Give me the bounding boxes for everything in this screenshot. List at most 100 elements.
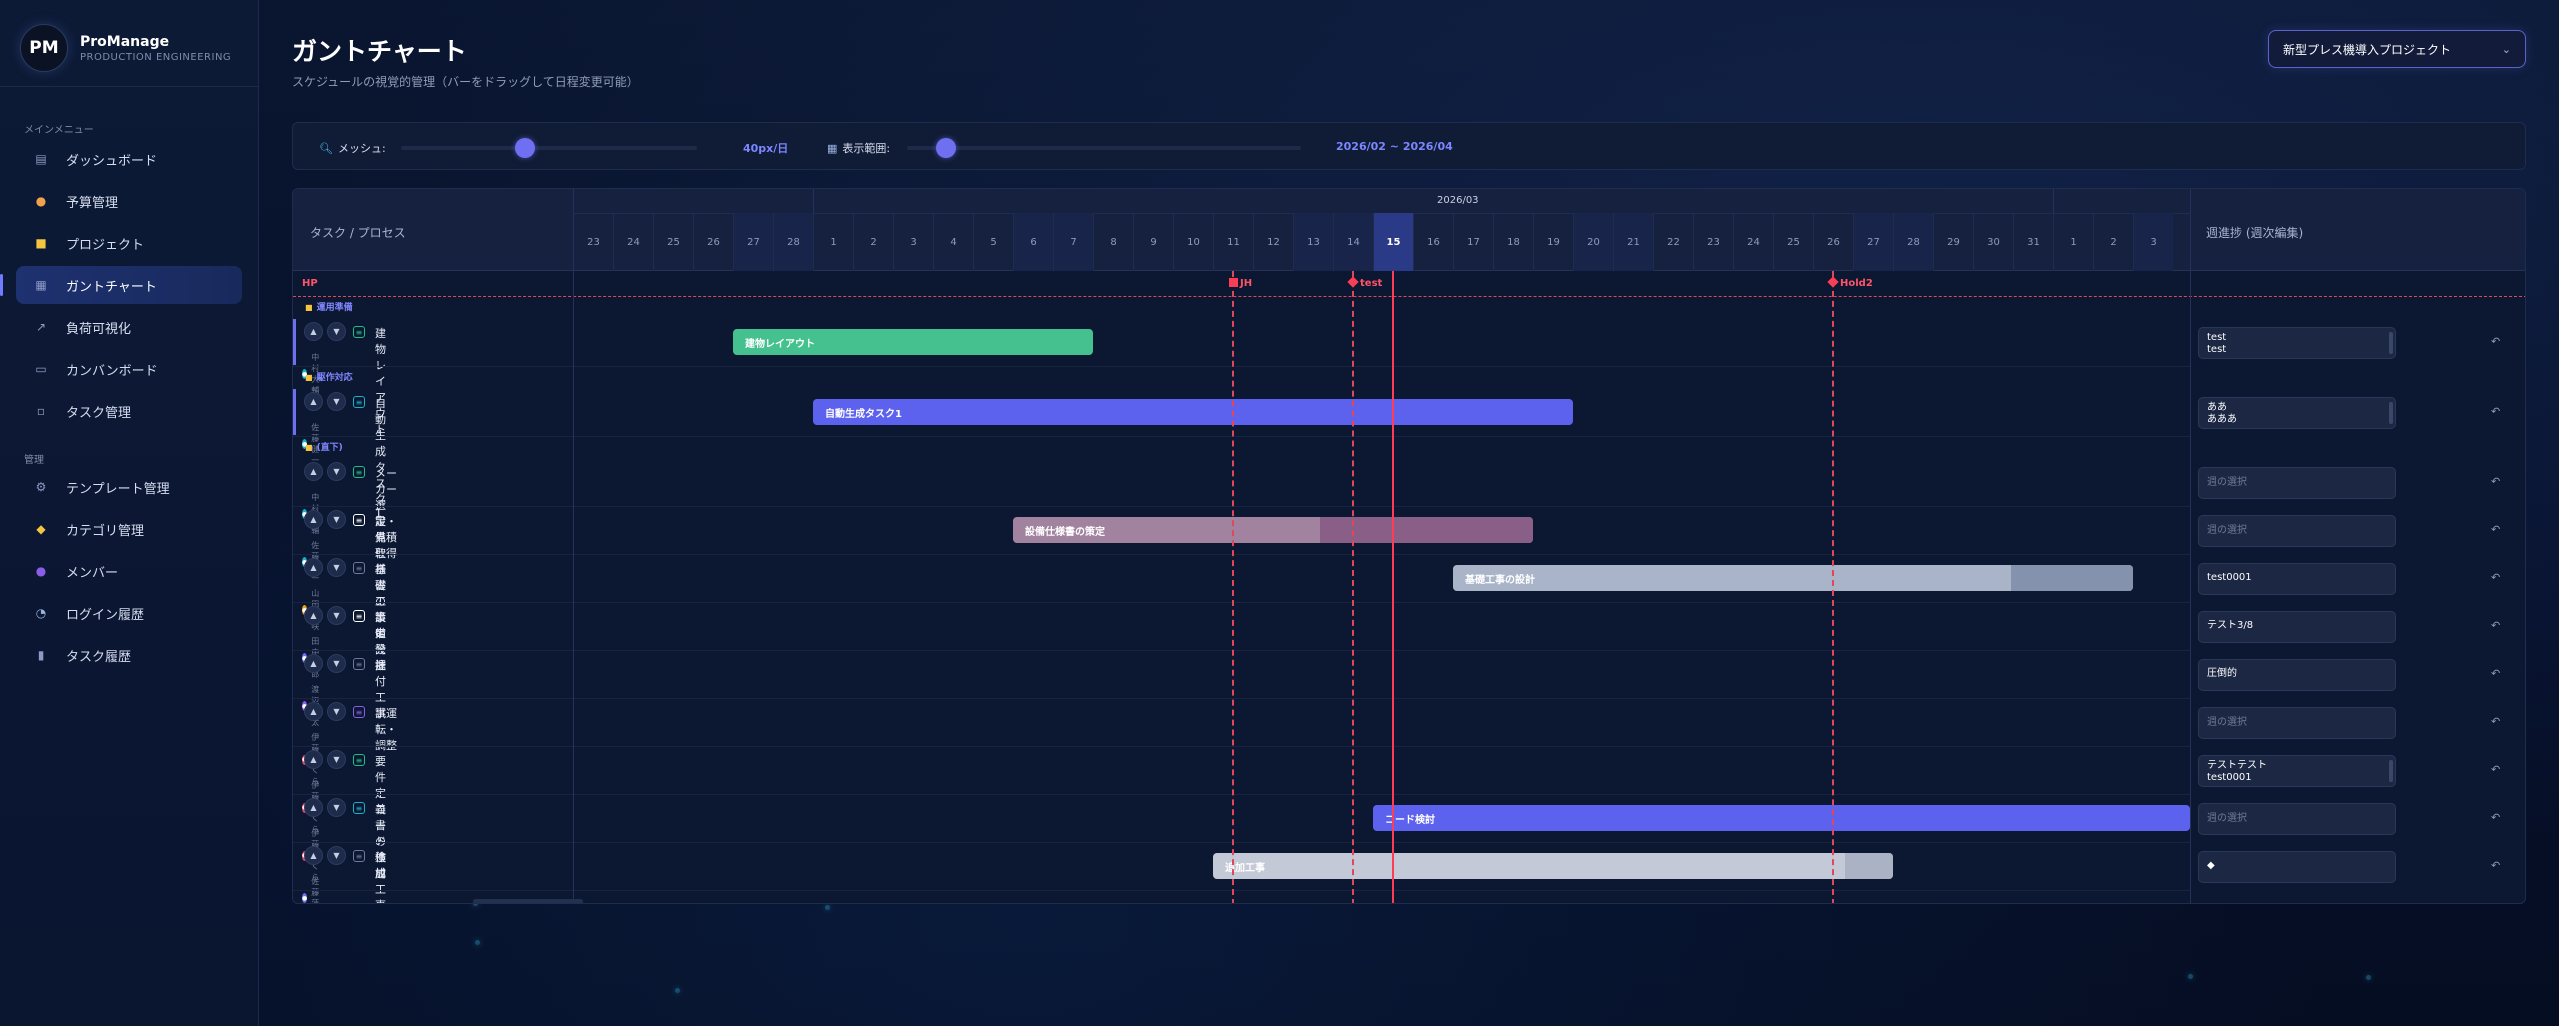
sidebar-item-1[interactable]: ● 予算管理	[16, 182, 242, 220]
move-up-button[interactable]: ▲	[304, 654, 323, 673]
range-slider[interactable]	[907, 146, 1301, 150]
undo-icon[interactable]: ↶	[2491, 715, 2500, 728]
move-down-button[interactable]: ▼	[327, 798, 346, 817]
sidebar-item-0[interactable]: ⚙ テンプレート管理	[16, 468, 242, 506]
undo-icon[interactable]: ↶	[2491, 523, 2500, 536]
sidebar-item-4[interactable]: ↗ 負荷可視化	[16, 308, 242, 346]
sidebar-item-5[interactable]: ▭ カンバンボード	[16, 350, 242, 388]
milestone-marker[interactable]: Hold2	[1827, 276, 1873, 289]
task-bar[interactable]: コード検討	[1373, 805, 2190, 831]
undo-icon[interactable]: ↶	[2491, 667, 2500, 680]
task-bar[interactable]: 基礎工事の設計	[1453, 565, 2133, 591]
weekly-progress-line: test	[2207, 332, 2227, 343]
day-header: 18	[1493, 213, 1533, 271]
brand-logo[interactable]: PM	[20, 24, 68, 72]
task-bar[interactable]: 設備仕様書の策定	[1013, 517, 1533, 543]
sidebar-item-6[interactable]: ▫ タスク管理	[16, 392, 242, 430]
calendar-icon: ▦	[827, 142, 838, 155]
mesh-slider[interactable]	[401, 146, 697, 150]
task-type-icon: ≡	[353, 850, 365, 862]
move-down-button[interactable]: ▼	[327, 606, 346, 625]
sidebar-item-3[interactable]: ◔ ログイン履歴	[16, 594, 242, 632]
move-down-button[interactable]: ▼	[327, 654, 346, 673]
weekly-progress-input[interactable]: ◆	[2198, 851, 2396, 883]
move-up-button[interactable]: ▲	[304, 846, 323, 865]
weekly-progress-input[interactable]: test test	[2198, 327, 2396, 359]
weekly-progress-line: ああ	[2207, 402, 2227, 413]
progress-scrollbar[interactable]	[2389, 760, 2393, 782]
sidebar-item-3[interactable]: ▦ ガントチャート	[0, 266, 242, 304]
weekly-progress-input[interactable]: テストテスト test0001	[2198, 755, 2396, 787]
undo-icon[interactable]: ↶	[2491, 335, 2500, 348]
task-bar-label: 基礎工事の設計	[1465, 574, 1535, 586]
move-up-button[interactable]: ▲	[304, 798, 323, 817]
undo-icon[interactable]: ↶	[2491, 811, 2500, 824]
weekly-progress-input[interactable]: 週の選択	[2198, 467, 2396, 499]
board-icon: ▭	[35, 362, 47, 376]
row-divider	[293, 698, 2190, 699]
sidebar-item-2[interactable]: ■ プロジェクト	[16, 224, 242, 262]
move-down-button[interactable]: ▼	[327, 510, 346, 529]
task-type-icon: ≡	[353, 562, 365, 574]
gear-icon: ⚙	[35, 480, 47, 494]
move-up-button[interactable]: ▲	[304, 462, 323, 481]
sidebar-item-4[interactable]: ▮ タスク履歴	[16, 636, 242, 674]
move-up-button[interactable]: ▲	[304, 606, 323, 625]
folder-icon: ■	[305, 373, 313, 382]
task-type-icon: ≡	[353, 326, 365, 338]
move-up-button[interactable]: ▲	[304, 392, 323, 411]
day-header: 29	[1933, 213, 1973, 271]
day-header: 1	[813, 213, 853, 271]
weekly-progress-input[interactable]: テスト3/8	[2198, 611, 2396, 643]
undo-icon[interactable]: ↶	[2491, 619, 2500, 632]
move-down-button[interactable]: ▼	[327, 322, 346, 341]
progress-scrollbar[interactable]	[2389, 332, 2393, 354]
undo-icon[interactable]: ↶	[2491, 405, 2500, 418]
task-name[interactable]: 追加工事	[375, 849, 386, 903]
horizontal-scrollbar[interactable]	[473, 899, 583, 903]
sidebar-item-1[interactable]: ◆ カテゴリ管理	[16, 510, 242, 548]
brand-name: ProManage	[80, 33, 170, 50]
task-bar[interactable]: 自動生成タスク1	[813, 399, 1573, 425]
task-bar[interactable]: 建物レイアウト	[733, 329, 1093, 355]
move-up-button[interactable]: ▲	[304, 558, 323, 577]
range-slider-thumb[interactable]	[936, 138, 957, 158]
weekly-progress-line: ◆	[2207, 860, 2215, 871]
move-down-button[interactable]: ▼	[327, 846, 346, 865]
mesh-slider-thumb[interactable]	[515, 138, 536, 158]
move-down-button[interactable]: ▼	[327, 558, 346, 577]
project-select[interactable]: 新型プレス機導入プロジェクト ⌄	[2268, 30, 2526, 68]
move-down-button[interactable]: ▼	[327, 702, 346, 721]
sidebar-item-2[interactable]: ● メンバー	[16, 552, 242, 590]
task-bar[interactable]: 追加工事	[1213, 853, 1893, 879]
progress-scrollbar[interactable]	[2389, 402, 2393, 424]
move-down-button[interactable]: ▼	[327, 462, 346, 481]
day-header: 13	[1293, 213, 1333, 271]
sidebar-item-label: プロジェクト	[66, 237, 145, 253]
weekly-progress-input[interactable]: 圧倒的	[2198, 659, 2396, 691]
gantt-chart: タスク / プロセス 2026/03 23 24 25 26 27 28 1 2 3 4 5 6 7 8 9…	[292, 188, 2526, 904]
weekly-progress-input[interactable]: test0001	[2198, 563, 2396, 595]
page-title: ガントチャート	[292, 37, 467, 66]
move-down-button[interactable]: ▼	[327, 392, 346, 411]
undo-icon[interactable]: ↶	[2491, 571, 2500, 584]
move-down-button[interactable]: ▼	[327, 750, 346, 769]
day-header: 19	[1533, 213, 1573, 271]
move-up-button[interactable]: ▲	[304, 322, 323, 341]
undo-icon[interactable]: ↶	[2491, 859, 2500, 872]
move-up-button[interactable]: ▲	[304, 750, 323, 769]
day-header: 17	[1453, 213, 1493, 271]
undo-icon[interactable]: ↶	[2491, 763, 2500, 776]
weekly-progress-input[interactable]: ああ あああ	[2198, 397, 2396, 429]
day-header: 4	[933, 213, 973, 271]
milestone-label: test	[1360, 278, 1383, 289]
task-type-icon: ≡	[353, 706, 365, 718]
sidebar-item-label: カテゴリ管理	[66, 523, 145, 539]
move-up-button[interactable]: ▲	[304, 702, 323, 721]
weekly-progress-input[interactable]: 週の選択	[2198, 707, 2396, 739]
weekly-progress-input[interactable]: 週の選択	[2198, 515, 2396, 547]
sidebar-item-0[interactable]: ▤ ダッシュボード	[16, 140, 242, 178]
move-up-button[interactable]: ▲	[304, 510, 323, 529]
undo-icon[interactable]: ↶	[2491, 475, 2500, 488]
weekly-progress-input[interactable]: 週の選択	[2198, 803, 2396, 835]
